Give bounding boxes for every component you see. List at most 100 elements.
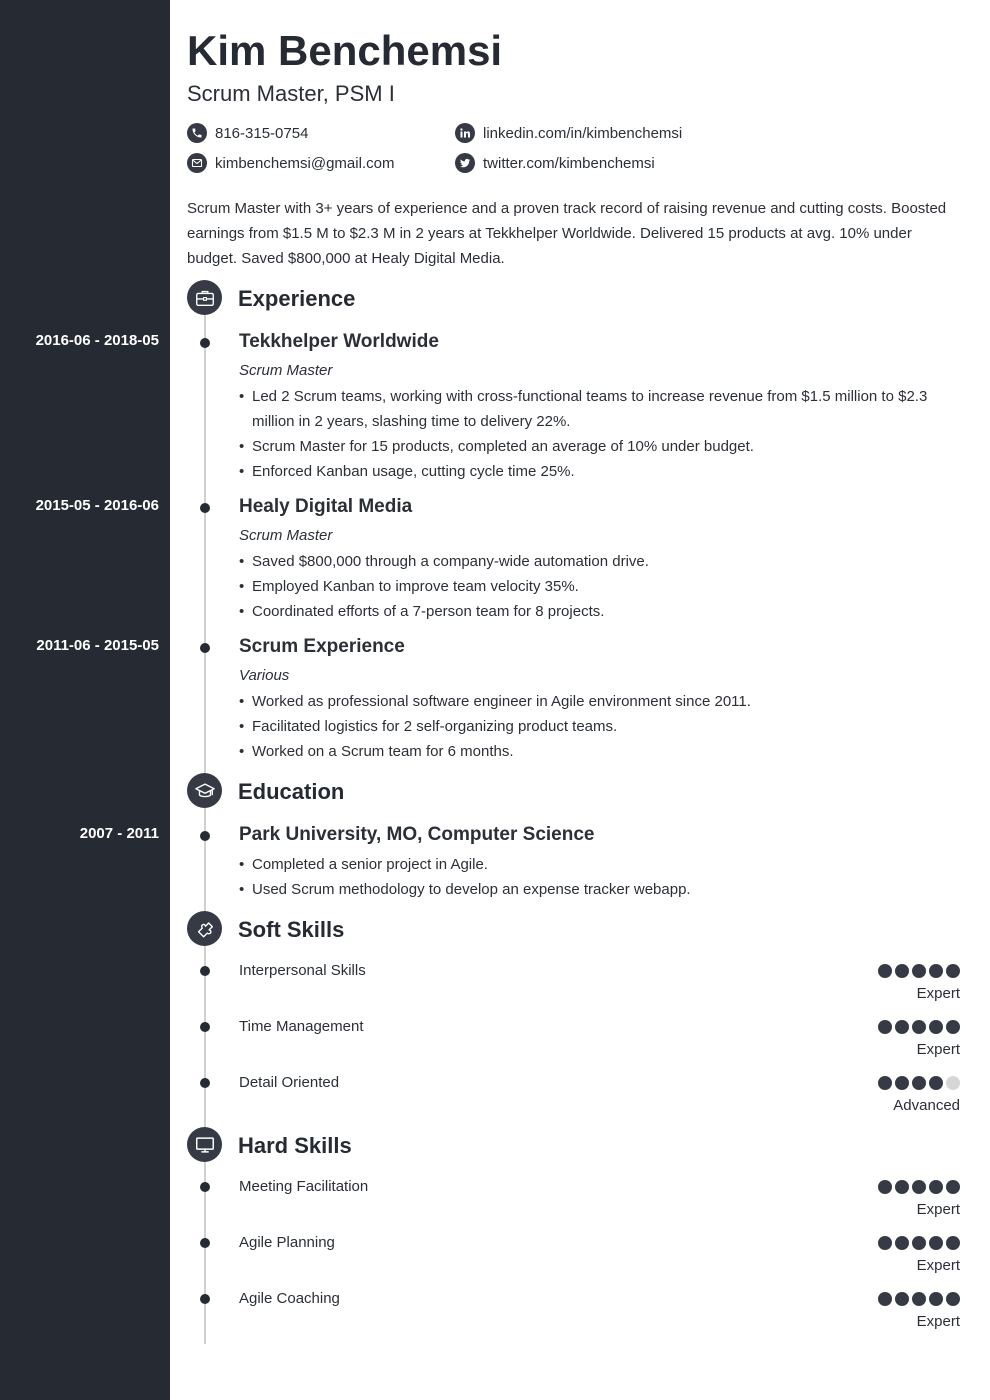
- job-company: Healy Digital Media: [239, 496, 413, 517]
- phone-icon: [187, 123, 207, 143]
- bullet-item: Led 2 Scrum teams, working with cross-fu…: [239, 384, 957, 434]
- rating-dot-filled: [912, 1292, 926, 1306]
- experience-heading: Experience: [238, 286, 356, 311]
- job-company: Tekkhelper Worldwide: [239, 331, 439, 352]
- bullet-item: Scrum Master for 15 products, completed …: [239, 434, 957, 459]
- school-name: Park University, MO, Computer Science: [239, 824, 595, 845]
- job-bullets: Worked as professional software engineer…: [239, 689, 957, 764]
- rating-dot-filled: [878, 1180, 892, 1194]
- phone-text[interactable]: 816-315-0754: [215, 125, 308, 142]
- rating-dot-filled: [895, 1076, 909, 1090]
- contact-phone: 816-315-0754: [187, 123, 308, 143]
- timeline-dot: [200, 1182, 210, 1192]
- education-heading: Education: [238, 779, 345, 804]
- skill-level: Expert: [916, 985, 960, 1002]
- bullet-item: Used Scrum methodology to develop an exp…: [239, 877, 957, 902]
- candidate-name: Kim Benchemsi: [187, 27, 503, 74]
- job-role: Scrum Master: [239, 527, 333, 544]
- rating-dot-filled: [895, 1292, 909, 1306]
- rating-dot-filled: [929, 964, 943, 978]
- rating-dot-filled: [895, 1180, 909, 1194]
- experience-date: 2011-06 - 2015-05: [36, 637, 159, 654]
- rating-dot-filled: [929, 1076, 943, 1090]
- bullet-item: Enforced Kanban usage, cutting cycle tim…: [239, 459, 957, 484]
- rating-dot-filled: [946, 964, 960, 978]
- skill-level: Expert: [916, 1201, 960, 1218]
- briefcase-icon: [187, 280, 222, 315]
- twitter-text[interactable]: twitter.com/kimbenchemsi: [483, 155, 655, 172]
- experience-date: 2015-05 - 2016-06: [35, 497, 159, 514]
- job-role: Various: [239, 667, 290, 684]
- sidebar: [0, 0, 170, 1400]
- rating-dot-filled: [895, 1236, 909, 1250]
- soft-skills-heading: Soft Skills: [238, 917, 345, 942]
- skill-rating: [878, 964, 960, 978]
- skill-name: Detail Oriented: [239, 1074, 340, 1091]
- rating-dot-filled: [912, 1236, 926, 1250]
- timeline-dot: [200, 1078, 210, 1088]
- rating-dot-filled: [946, 1292, 960, 1306]
- experience-date: 2016-06 - 2018-05: [35, 332, 159, 349]
- skill-name: Meeting Facilitation: [239, 1178, 369, 1195]
- rating-dot-filled: [895, 1020, 909, 1034]
- rating-dot-filled: [946, 1180, 960, 1194]
- linkedin-icon: [455, 123, 475, 143]
- skill-level: Advanced: [893, 1097, 960, 1114]
- timeline-dot: [200, 966, 210, 976]
- skill-rating: [878, 1292, 960, 1306]
- timeline-dot: [200, 1022, 210, 1032]
- rating-dot-filled: [878, 1020, 892, 1034]
- linkedin-text[interactable]: linkedin.com/in/kimbenchemsi: [483, 125, 682, 142]
- education-bullets: Completed a senior project in Agile. Use…: [239, 852, 957, 902]
- skill-rating: [878, 1180, 960, 1194]
- rating-dot-filled: [912, 964, 926, 978]
- job-bullets: Saved $800,000 through a company-wide au…: [239, 549, 957, 624]
- skill-name: Agile Coaching: [239, 1290, 340, 1307]
- email-text[interactable]: kimbenchemsi@gmail.com: [215, 155, 394, 172]
- contact-twitter: twitter.com/kimbenchemsi: [455, 153, 655, 173]
- job-role: Scrum Master: [239, 362, 333, 379]
- skill-rating: [878, 1076, 960, 1090]
- timeline-dot: [200, 1238, 210, 1248]
- rating-dot-filled: [878, 964, 892, 978]
- bullet-item: Worked on a Scrum team for 6 months.: [239, 739, 957, 764]
- rating-dot-filled: [929, 1292, 943, 1306]
- bullet-item: Saved $800,000 through a company-wide au…: [239, 549, 957, 574]
- rating-dot-filled: [929, 1180, 943, 1194]
- timeline-dot: [200, 1294, 210, 1304]
- rating-dot-filled: [929, 1236, 943, 1250]
- rating-dot-filled: [946, 1020, 960, 1034]
- rating-dot-filled: [878, 1292, 892, 1306]
- skill-name: Agile Planning: [239, 1234, 335, 1251]
- skill-name: Interpersonal Skills: [239, 962, 366, 979]
- profile-summary: Scrum Master with 3+ years of experience…: [187, 200, 947, 267]
- twitter-icon: [455, 153, 475, 173]
- rating-dot-filled: [912, 1020, 926, 1034]
- skill-rating: [878, 1020, 960, 1034]
- bullet-item: Employed Kanban to improve team velocity…: [239, 574, 957, 599]
- rating-dot-filled: [912, 1180, 926, 1194]
- skill-rating: [878, 1236, 960, 1250]
- timeline-dot: [200, 503, 210, 513]
- timeline-dot: [200, 643, 210, 653]
- rating-dot-empty: [946, 1076, 960, 1090]
- email-icon: [187, 153, 207, 173]
- skill-level: Expert: [916, 1257, 960, 1274]
- bullet-item: Facilitated logistics for 2 self-organiz…: [239, 714, 957, 739]
- skill-name: Time Management: [239, 1018, 364, 1035]
- bullet-item: Completed a senior project in Agile.: [239, 852, 957, 877]
- candidate-title: Scrum Master, PSM I: [187, 81, 395, 106]
- skill-level: Expert: [916, 1041, 960, 1058]
- puzzle-piece-icon: [187, 911, 222, 946]
- rating-dot-filled: [878, 1076, 892, 1090]
- skill-level: Expert: [916, 1313, 960, 1330]
- rating-dot-filled: [929, 1020, 943, 1034]
- contact-linkedin: linkedin.com/in/kimbenchemsi: [455, 123, 682, 143]
- graduation-cap-icon: [187, 773, 222, 808]
- job-bullets: Led 2 Scrum teams, working with cross-fu…: [239, 384, 957, 484]
- timeline-dot: [200, 338, 210, 348]
- rating-dot-filled: [878, 1236, 892, 1250]
- monitor-icon: [187, 1127, 222, 1162]
- timeline-dot: [200, 831, 210, 841]
- bullet-item: Coordinated efforts of a 7-person team f…: [239, 599, 957, 624]
